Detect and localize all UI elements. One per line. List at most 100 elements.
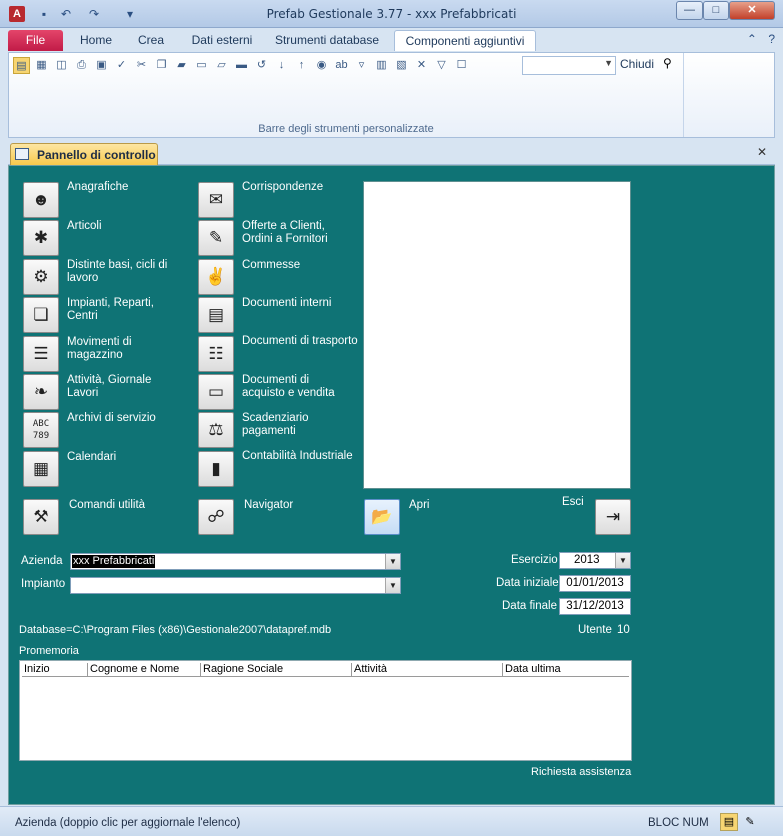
column-data-ultima[interactable]: Data ultima [503, 663, 629, 676]
print-icon[interactable]: ⎙ [73, 57, 90, 74]
tab-componenti-label: Componenti aggiuntivi [405, 34, 525, 48]
offerte-ordini-button[interactable]: ✎ [198, 220, 234, 256]
azienda-value: xxx Prefabbricati [72, 555, 156, 568]
sort-asc-icon[interactable]: ↓ [273, 57, 290, 74]
search-icon[interactable]: ⚲ [663, 56, 672, 70]
commesse-button[interactable]: ✌ [198, 259, 234, 295]
data-iniziale-field[interactable]: 01/01/2013 [559, 575, 631, 592]
impianti-button[interactable]: ❏ [23, 297, 59, 333]
apri-button[interactable]: 📂 [364, 499, 400, 535]
esercizio-combo[interactable]: 2013 ▼ [559, 552, 631, 569]
scadenziario-button[interactable]: ⚖ [198, 412, 234, 448]
data-finale-field[interactable]: 31/12/2013 [559, 598, 631, 615]
impianto-dropdown-icon[interactable]: ▼ [385, 578, 400, 593]
form-view-icon[interactable]: ▤ [720, 813, 738, 831]
filter-icon[interactable]: ▽ [433, 57, 450, 74]
column-attivita[interactable]: Attività [352, 663, 503, 676]
comandi-utilita-button[interactable]: ⚒ [23, 499, 59, 535]
comandi-utilita-label: Comandi utilità [69, 499, 146, 511]
impianti-label: Impianti, Reparti, Centri [67, 297, 154, 322]
column-inizio[interactable]: Inizio [22, 663, 88, 676]
promemoria-list[interactable]: Inizio Cognome e Nome Ragione Sociale At… [19, 660, 632, 761]
replace-icon[interactable]: ab [333, 57, 350, 74]
movimenti-magazzino-button[interactable]: ☰ [23, 336, 59, 372]
attivita-label: Attività, Giornale Lavori [67, 374, 152, 399]
promemoria-header: Inizio Cognome e Nome Ragione Sociale At… [22, 663, 629, 677]
tab-file[interactable]: File [8, 30, 63, 51]
utente-label: Utente [578, 624, 612, 636]
close-window-button[interactable]: ✕ [729, 1, 775, 20]
checkbox-icon[interactable]: ☐ [453, 57, 470, 74]
sort-desc-icon[interactable]: ↑ [293, 57, 310, 74]
insert-icon[interactable]: ▱ [213, 57, 230, 74]
help-icon[interactable]: ? [768, 32, 775, 46]
documenti-trasporto-button[interactable]: ☷ [198, 336, 234, 372]
cancel-icon[interactable]: ✕ [413, 57, 430, 74]
title-bar: A ▪ ↶ ↷ ▾ Prefab Gestionale 3.77 - xxx P… [0, 0, 783, 28]
copy-icon[interactable]: ❐ [153, 57, 170, 74]
anagrafiche-label: Anagrafiche [67, 181, 129, 193]
print-preview-icon[interactable]: ◫ [53, 57, 70, 74]
corrispondenze-label: Corrispondenze [242, 181, 324, 193]
delete-icon[interactable]: ▥ [373, 57, 390, 74]
format-painter-icon[interactable]: ▭ [193, 57, 210, 74]
spelling-icon[interactable]: ✓ [113, 57, 130, 74]
delete-record-icon[interactable]: ▧ [393, 57, 410, 74]
close-document-icon[interactable]: ✕ [757, 145, 767, 159]
filter-selection-icon[interactable]: ▿ [353, 57, 370, 74]
tab-crea[interactable]: Crea [128, 30, 174, 51]
esercizio-value: 2013 [574, 554, 600, 566]
tab-componenti-aggiuntivi[interactable]: Componenti aggiuntivi [394, 30, 536, 51]
column-ragione-sociale[interactable]: Ragione Sociale [201, 663, 352, 676]
document-tab[interactable]: Pannello di controllo [10, 143, 158, 165]
aziende-listbox[interactable] [363, 181, 631, 489]
articoli-button[interactable]: ✱ [23, 220, 59, 256]
find-icon[interactable]: ◉ [313, 57, 330, 74]
print-setup-icon[interactable]: ▣ [93, 57, 110, 74]
azienda-dropdown-icon[interactable]: ▼ [385, 554, 400, 569]
list-icon: ☰ [33, 344, 49, 363]
hammer-icon: ⚒ [33, 507, 49, 526]
maximize-button[interactable]: □ [703, 1, 729, 20]
squares-icon: ❏ [33, 305, 49, 324]
calendari-button[interactable]: ▦ [23, 451, 59, 487]
data-finale-label: Data finale [502, 600, 557, 612]
esci-button[interactable]: ⇥ [595, 499, 631, 535]
attach-icon[interactable]: ▬ [233, 57, 250, 74]
chiudi-button[interactable]: Chiudi [620, 57, 654, 71]
tab-strumenti-database[interactable]: Strumenti database [268, 30, 386, 51]
datasheet-icon[interactable]: ▦ [33, 57, 50, 74]
tab-dati-esterni[interactable]: Dati esterni [182, 30, 262, 51]
documenti-interni-button[interactable]: ▤ [198, 297, 234, 333]
distinte-basi-button[interactable]: ⚙ [23, 259, 59, 295]
documenti-acquisto-button[interactable]: ▭ [198, 374, 234, 410]
archivi-servizio-button[interactable]: ABC 789 [23, 412, 59, 448]
navigator-button[interactable]: ☍ [198, 499, 234, 535]
documenti-trasporto-label: Documenti di trasporto [242, 335, 358, 347]
richiesta-assistenza-link[interactable]: Richiesta assistenza [531, 766, 631, 778]
contabilita-industriale-button[interactable]: ▮ [198, 451, 234, 487]
design-view-icon[interactable]: ✎ [741, 813, 759, 831]
undo-tool-icon[interactable]: ↺ [253, 57, 270, 74]
dropdown-arrow-icon[interactable]: ▼ [604, 58, 613, 68]
column-cognome-nome[interactable]: Cognome e Nome [88, 663, 201, 676]
anagrafiche-button[interactable]: ☻ [23, 182, 59, 218]
corrispondenze-button[interactable]: ✉ [198, 182, 234, 218]
minimize-button[interactable]: — [676, 1, 703, 20]
cut-icon[interactable]: ✂ [133, 57, 150, 74]
paste-icon[interactable]: ▰ [173, 57, 190, 74]
handshake-icon: ✌ [205, 267, 227, 286]
articoli-label: Articoli [67, 220, 102, 232]
chart-icon: ▮ [211, 459, 221, 478]
collapse-ribbon-icon[interactable]: ⌃ [747, 32, 757, 46]
tab-home[interactable]: Home [72, 30, 120, 51]
impianto-combo[interactable]: ▼ [70, 577, 401, 594]
form-view-icon[interactable]: ▤ [13, 57, 30, 74]
form-icon [15, 148, 29, 160]
attivita-button[interactable]: ❧ [23, 374, 59, 410]
ribbon-combo[interactable]: ▼ [522, 56, 616, 75]
azienda-combo[interactable]: xxx Prefabbricati ▼ [70, 553, 401, 570]
esci-label: Esci [562, 496, 584, 508]
distinte-basi-label: Distinte basi, cicli di lavoro [67, 259, 168, 284]
esercizio-dropdown-icon[interactable]: ▼ [615, 553, 630, 568]
